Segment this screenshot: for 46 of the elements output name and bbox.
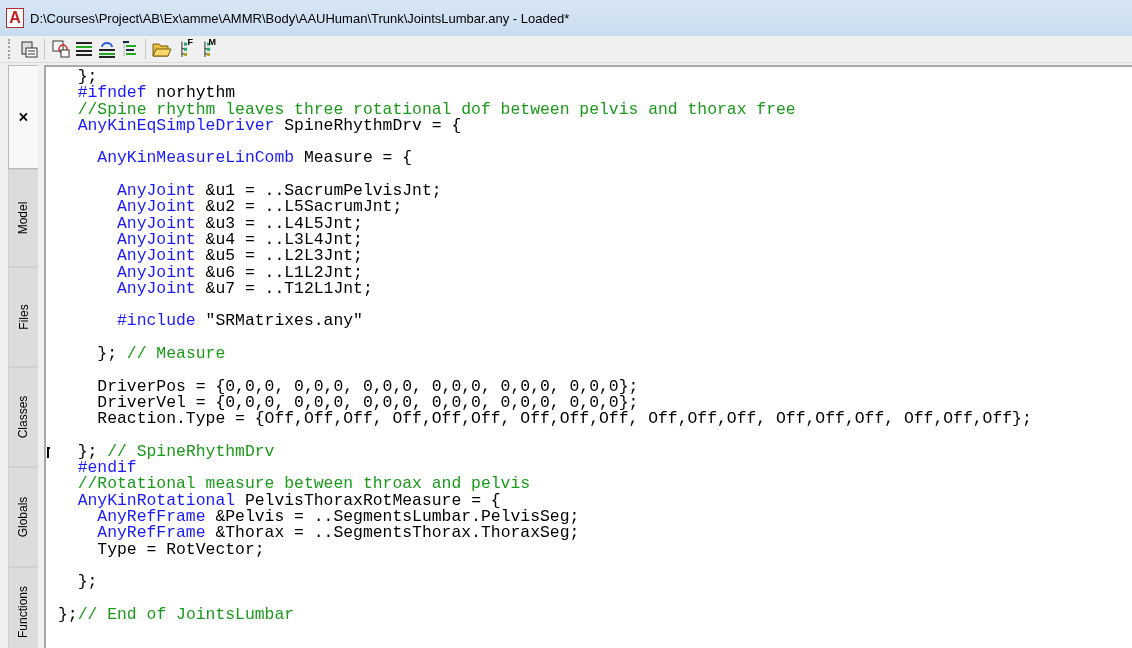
code-line: }; // SpineRhythmDrv bbox=[47, 443, 1132, 461]
window-title: D:\Courses\Project\AB\Ex\amme\AMMR\Body\AAUHuman\Trunk\JointsLumbar.any - Loaded* bbox=[30, 10, 570, 26]
code-line: #include "SRMatrixes.any" bbox=[116, 313, 364, 330]
code-line: }; bbox=[76, 69, 98, 86]
tree-list-icon bbox=[121, 40, 138, 58]
side-tab[interactable]: Model bbox=[8, 169, 38, 267]
side-tab[interactable]: × bbox=[8, 65, 38, 169]
tree-icon bbox=[204, 41, 211, 57]
side-tab[interactable]: Globals bbox=[8, 467, 38, 567]
code-line: AnyJoint &u2 = ..L5SacrumJnt; bbox=[116, 199, 403, 216]
code-line: AnyKinEqSimpleDriver SpineRhythmDrv = { bbox=[76, 117, 463, 135]
code-line: //Spine rhythm leaves three rotational dof between pelvis and thorax free bbox=[76, 101, 797, 118]
code-line: }; // Measure bbox=[96, 346, 227, 363]
code-line: //Rotational measure between throax and pelvis bbox=[76, 476, 532, 493]
code-line: AnyJoint &u3 = ..L4L5Jnt; bbox=[116, 215, 363, 232]
code-line: Type = RotVector; bbox=[96, 541, 266, 558]
code-line: AnyRefFrame &Pelvis = ..SegmentsLumbar.PelvisSeg; bbox=[97, 509, 581, 526]
toolbar-button[interactable]: F bbox=[173, 38, 196, 60]
code-line: DriverVel = {0,0,0, 0,0,0, 0,0,0, 0,0,0, 0,0,0, 0,0,0}; bbox=[96, 394, 640, 412]
code-line: AnyJoint &u4 = ..L3L4Jnt; bbox=[116, 231, 364, 249]
side-tab[interactable]: Functions bbox=[8, 567, 38, 648]
code-line: AnyJoint &u6 = ..L1L2Jnt; bbox=[116, 264, 364, 281]
app-icon: A bbox=[6, 8, 24, 28]
code-line: AnyJoint &u1 = ..SacrumPelvisJnt; bbox=[116, 183, 443, 200]
code-editor[interactable] bbox=[44, 65, 1132, 648]
code-line: }; bbox=[76, 574, 99, 591]
code-line: DriverPos = {0,0,0, 0,0,0, 0,0,0, 0,0,0, 0,0,0, 0,0,0}; bbox=[96, 378, 640, 395]
code-line: AnyJoint &u5 = ..L2L3Jnt; bbox=[116, 248, 364, 265]
bookmark-marker bbox=[47, 446, 50, 458]
tree-icon bbox=[181, 41, 188, 57]
code-line: AnyKinMeasureLinComb Measure = { bbox=[96, 150, 414, 167]
code-line: #endif bbox=[76, 460, 137, 477]
code-line: Reaction.Type = {Off,Off,Off, Off,Off,Off, Off,Off,Off, Off,Off,Off, Off,Off,Off, Off,Off,Off}; bbox=[96, 411, 1033, 428]
code-line: AnyJoint &u7 = ..T12L1Jnt; bbox=[116, 280, 374, 298]
folder-icon bbox=[151, 41, 172, 57]
code-line: #ifndef norhythm bbox=[76, 85, 236, 102]
side-tab[interactable]: Classes bbox=[8, 367, 38, 467]
code-line: };// End of JointsLumbar bbox=[57, 606, 296, 624]
toolbar-button[interactable]: M bbox=[196, 38, 219, 60]
lines-icon bbox=[74, 41, 93, 57]
side-tab[interactable]: Files bbox=[8, 267, 38, 367]
document-icon bbox=[51, 40, 70, 58]
clipboard-icon bbox=[19, 40, 38, 58]
lines-arrow-icon bbox=[97, 40, 116, 58]
code-line: AnyKinRotational PelvisThoraxRotMeasure = { bbox=[76, 492, 501, 509]
code-line: AnyRefFrame &Thorax = ..SegmentsThorax.ThoraxSeg; bbox=[96, 525, 581, 542]
